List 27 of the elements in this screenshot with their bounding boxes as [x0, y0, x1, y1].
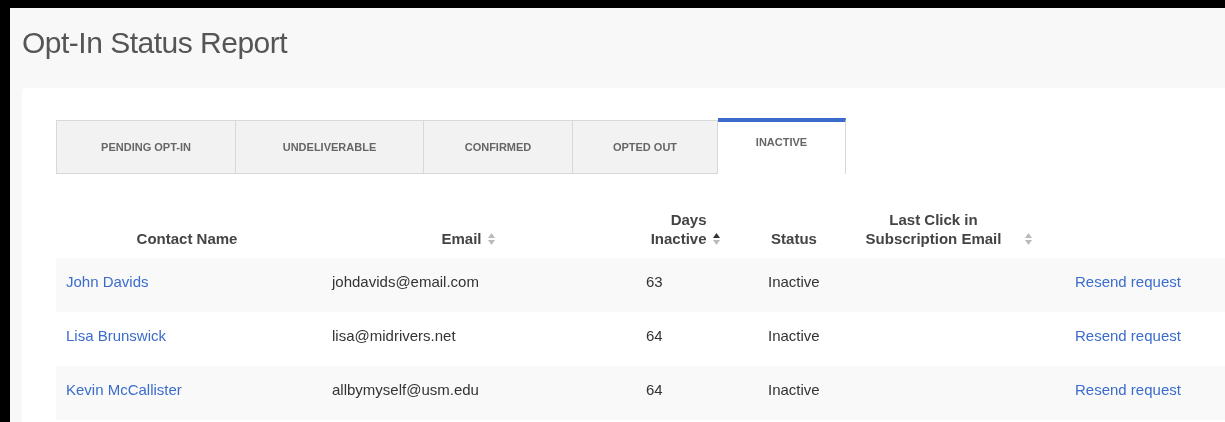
tab[interactable]: INACTIVE — [718, 118, 846, 174]
days-cell: 64 — [646, 380, 663, 398]
status-cell: Inactive — [768, 272, 820, 290]
page-title: Opt-In Status Report — [22, 25, 289, 60]
resend-link[interactable]: Resend request — [1075, 380, 1181, 398]
column-header[interactable]: Days Inactive — [646, 210, 707, 248]
column-header[interactable]: Last Click in Subscription Email — [848, 210, 1019, 248]
status-cell: Inactive — [768, 380, 820, 398]
tab[interactable]: PENDING OPT-IN — [56, 120, 236, 174]
email-cell: lisa@midrivers.net — [332, 326, 456, 344]
contact-link[interactable]: Lisa Brunswick — [66, 326, 167, 344]
tab[interactable]: UNDELIVERABLE — [236, 120, 424, 174]
column-header[interactable]: Status — [771, 230, 817, 247]
resend-link[interactable]: Resend request — [1075, 272, 1181, 290]
email-cell: allbymyself@usm.edu — [332, 380, 479, 398]
tab[interactable]: CONFIRMED — [424, 120, 573, 174]
contact-link[interactable]: Kevin McCallister — [66, 380, 182, 398]
tab[interactable]: OPTED OUT — [573, 120, 718, 174]
days-cell: 64 — [646, 326, 663, 344]
days-cell: 63 — [646, 272, 663, 290]
column-header[interactable]: Contact Name — [136, 230, 238, 247]
status-cell: Inactive — [768, 326, 820, 344]
contact-link[interactable]: John Davids — [66, 272, 149, 290]
column-header[interactable]: Email — [441, 230, 482, 247]
email-cell: johdavids@email.com — [332, 272, 479, 290]
sort-icon[interactable] — [712, 233, 720, 245]
resend-link[interactable]: Resend request — [1075, 326, 1181, 344]
